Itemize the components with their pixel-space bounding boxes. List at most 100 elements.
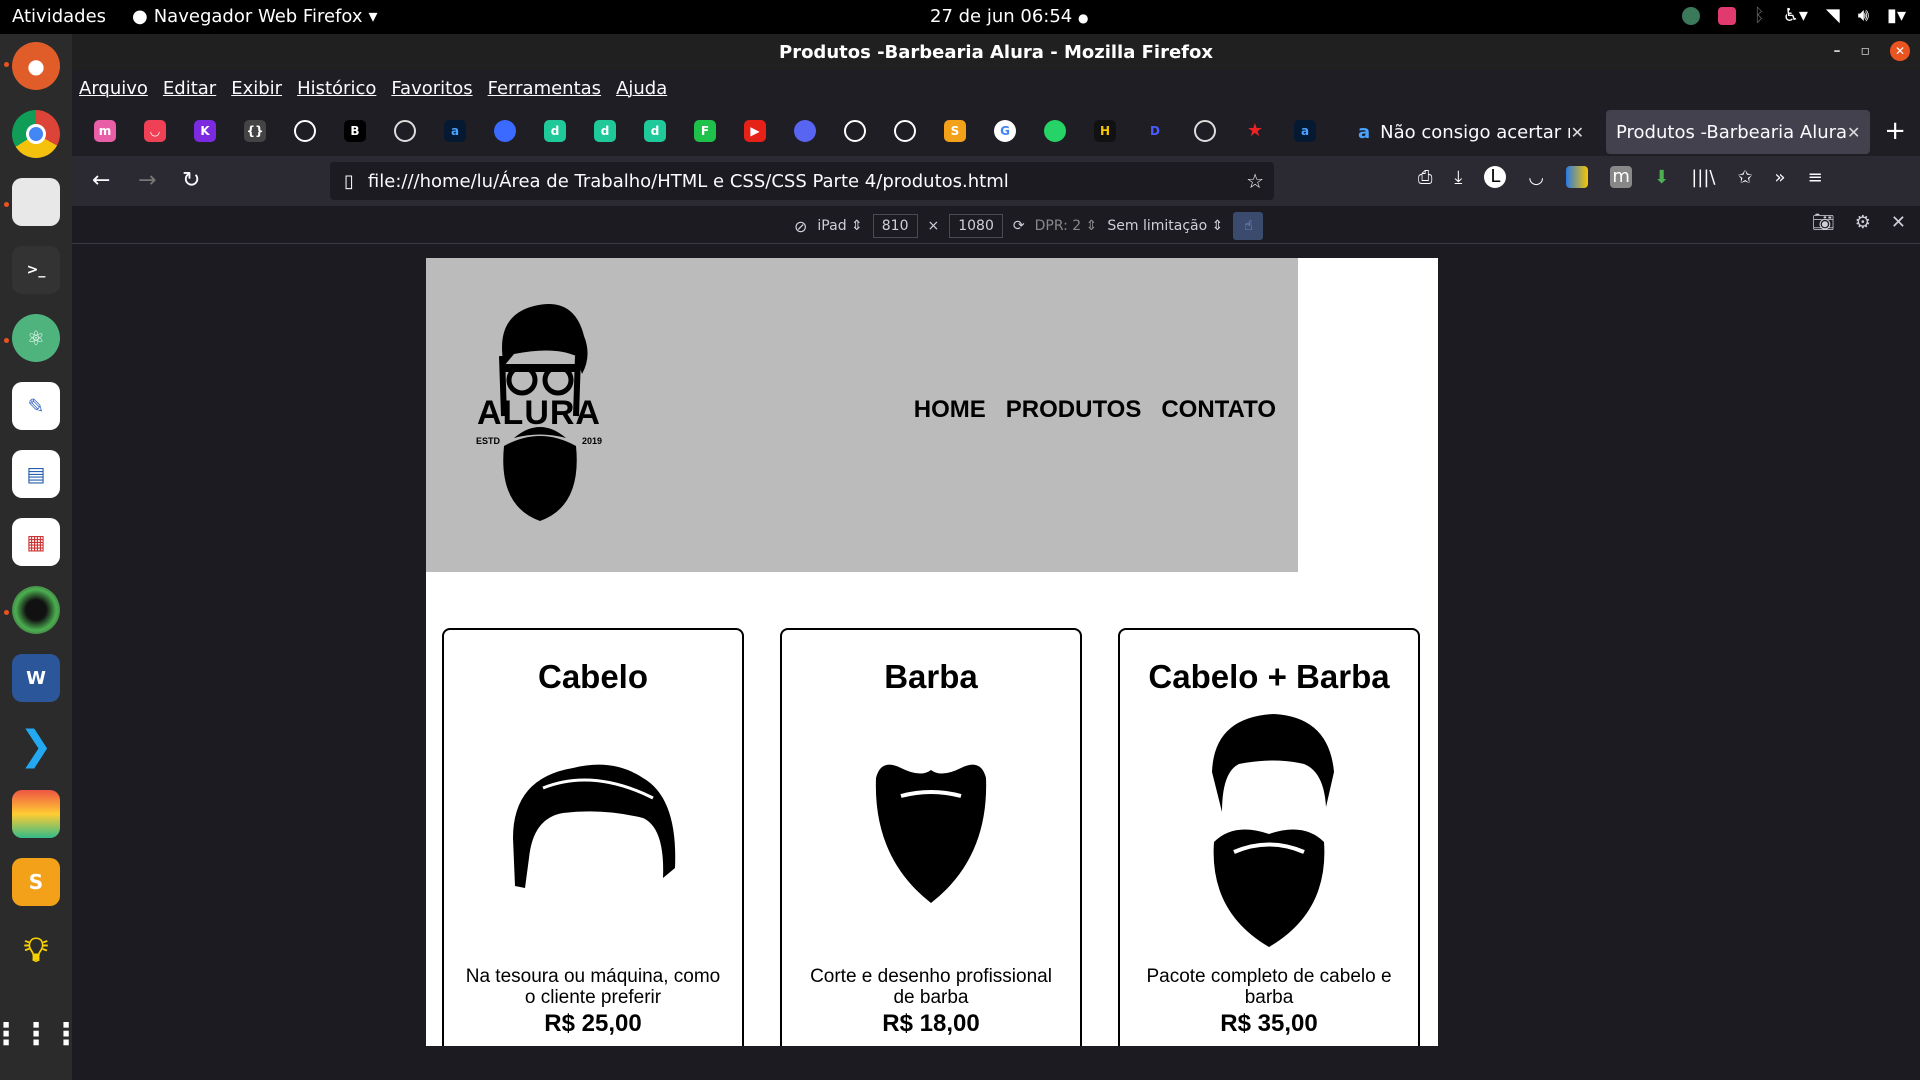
pinned-tab[interactable]: m <box>80 109 130 153</box>
download-helper-icon[interactable]: ⬇ <box>1654 167 1669 188</box>
reload-icon[interactable]: ↻ <box>182 168 200 193</box>
app-indicator-icon[interactable] <box>1717 6 1736 25</box>
menu-exibir[interactable]: Exibir <box>231 78 282 99</box>
clock[interactable]: 27 de jun 06:54 ● <box>930 6 1088 27</box>
text-editor-icon[interactable]: ✎ <box>12 382 60 430</box>
app-indicator-icon[interactable] <box>1681 6 1700 25</box>
word-icon[interactable]: W <box>12 654 60 702</box>
pinned-tab[interactable]: F <box>680 109 730 153</box>
menu-editar[interactable]: Editar <box>163 78 216 99</box>
terminal-icon[interactable]: >_ <box>12 246 60 294</box>
nav-home[interactable]: HOME <box>914 396 986 424</box>
show-apps-icon[interactable]: ⋮⋮⋮ <box>0 1010 81 1058</box>
menu-arquivo[interactable]: Arquivo <box>79 78 148 99</box>
device-name: iPad <box>817 218 847 234</box>
pinned-tab[interactable]: ▶ <box>730 109 780 153</box>
screenshot-icon[interactable]: 📷︎ <box>1812 212 1835 233</box>
height-input[interactable]: 1080 <box>949 214 1003 238</box>
pinned-tab[interactable]: d <box>630 109 680 153</box>
new-tab-button[interactable]: + <box>1884 116 1906 146</box>
back-icon[interactable]: ← <box>92 168 110 193</box>
menu-ajuda[interactable]: Ajuda <box>616 78 667 99</box>
extension-icon[interactable]: L <box>1484 166 1507 188</box>
pinned-tab[interactable] <box>830 109 880 153</box>
wifi-icon[interactable]: ◥ <box>1826 5 1840 26</box>
alura-logo[interactable]: ALURA ESTD 2019 <box>474 296 604 526</box>
pinned-tab[interactable] <box>780 109 830 153</box>
minimize-icon[interactable]: – <box>1834 43 1841 59</box>
vscode-icon[interactable]: ❯ <box>12 722 60 770</box>
pinned-tab[interactable]: D <box>1130 109 1180 153</box>
tab-produtos[interactable]: Produtos -Barbearia Alura ✕ <box>1606 110 1870 154</box>
pinned-tab[interactable]: ★ <box>1230 109 1280 153</box>
pinned-tab[interactable]: G <box>980 109 1030 153</box>
pinned-tab[interactable] <box>480 109 530 153</box>
activities-button[interactable]: Atividades <box>12 6 106 27</box>
pocket-icon[interactable]: ◡ <box>1528 167 1544 188</box>
atom-icon[interactable]: ⚛ <box>12 314 60 362</box>
maximize-icon[interactable]: ▫ <box>1861 43 1871 59</box>
close-tab-icon[interactable]: ✕ <box>1571 123 1584 142</box>
accessibility-icon[interactable]: ♿▾ <box>1783 5 1808 26</box>
menu-historico[interactable]: Histórico <box>297 78 376 99</box>
app-name: Navegador Web Firefox <box>153 6 363 27</box>
bluetooth-icon[interactable]: ᛒ <box>1754 5 1765 26</box>
bookmark-star-icon[interactable]: ☆ <box>1246 169 1264 193</box>
battery-icon[interactable]: ▮▾ <box>1887 5 1906 26</box>
pinned-tab[interactable]: K <box>180 109 230 153</box>
pinned-tab[interactable] <box>380 109 430 153</box>
writer-icon[interactable]: ▤ <box>12 450 60 498</box>
files-icon[interactable] <box>12 178 60 226</box>
pinned-tab[interactable]: S <box>930 109 980 153</box>
device-select[interactable]: iPad ⇕ <box>817 218 862 234</box>
nav-produtos[interactable]: PRODUTOS <box>1006 396 1142 424</box>
nav-contato[interactable]: CONTATO <box>1161 396 1276 424</box>
menu-favoritos[interactable]: Favoritos <box>391 78 472 99</box>
pinned-tab[interactable]: {} <box>230 109 280 153</box>
url-bar[interactable]: ▯ file:///home/lu/Área de Trabalho/HTML … <box>330 162 1274 200</box>
app-menu[interactable]: ● Navegador Web Firefox ▾ <box>132 6 378 27</box>
pinned-tab[interactable] <box>880 109 930 153</box>
width-input[interactable]: 810 <box>872 214 918 238</box>
settings-gear-icon[interactable]: ⚙ <box>1855 212 1871 233</box>
pinned-tab[interactable]: B <box>330 109 380 153</box>
layers-app-icon[interactable] <box>12 790 60 838</box>
library-icon[interactable]: |||\ <box>1691 167 1715 188</box>
firefox-icon[interactable]: ● <box>12 42 60 90</box>
extensions-icon[interactable]: ✩ <box>1737 167 1752 188</box>
site-nav: HOME PRODUTOS CONTATO <box>914 396 1276 424</box>
disable-icon[interactable]: ⊘ <box>794 217 807 236</box>
rotate-icon[interactable]: ⟳ <box>1013 218 1025 234</box>
print-icon[interactable]: ⎙ <box>1418 167 1432 188</box>
extension-icon[interactable] <box>1566 166 1589 188</box>
menu-ferramentas[interactable]: Ferramentas <box>488 78 601 99</box>
lightbulb-icon[interactable]: 💡︎ <box>12 926 60 974</box>
pinned-tab[interactable]: a <box>1280 109 1330 153</box>
volume-icon[interactable]: 🔊︎ <box>1858 5 1869 26</box>
close-rdm-icon[interactable]: ✕ <box>1891 212 1906 233</box>
close-tab-icon[interactable]: ✕ <box>1847 123 1860 142</box>
document-viewer-icon[interactable]: ▦ <box>12 518 60 566</box>
forward-icon[interactable]: → <box>138 168 156 193</box>
pinned-tab[interactable]: d <box>580 109 630 153</box>
camera-app-icon[interactable] <box>12 586 60 634</box>
throttle-select[interactable]: Sem limitação ⇕ <box>1107 218 1223 234</box>
pinned-tab[interactable] <box>280 109 330 153</box>
pinned-tab[interactable]: ◡ <box>130 109 180 153</box>
sublime-icon[interactable]: S <box>12 858 60 906</box>
download-icon[interactable]: ⤓ <box>1454 167 1462 188</box>
pinned-tab[interactable] <box>1180 109 1230 153</box>
overflow-icon[interactable]: » <box>1775 167 1786 188</box>
hamburger-menu-icon[interactable]: ≡ <box>1808 167 1823 188</box>
extension-icon[interactable]: m <box>1610 166 1633 188</box>
close-window-icon[interactable]: ✕ <box>1890 41 1910 61</box>
pinned-tab[interactable]: a <box>430 109 480 153</box>
pinned-tab[interactable]: d <box>530 109 580 153</box>
pinned-tab[interactable]: H <box>1080 109 1130 153</box>
dpr-select[interactable]: DPR: 2 ⇕ <box>1035 218 1098 234</box>
touch-simulation-icon[interactable]: ☝ <box>1233 212 1264 240</box>
tab-forum[interactable]: a Não consigo acertar me ✕ <box>1348 110 1594 154</box>
pinned-tab[interactable] <box>1030 109 1080 153</box>
chrome-icon[interactable] <box>12 110 60 158</box>
product-image <box>782 758 1080 908</box>
